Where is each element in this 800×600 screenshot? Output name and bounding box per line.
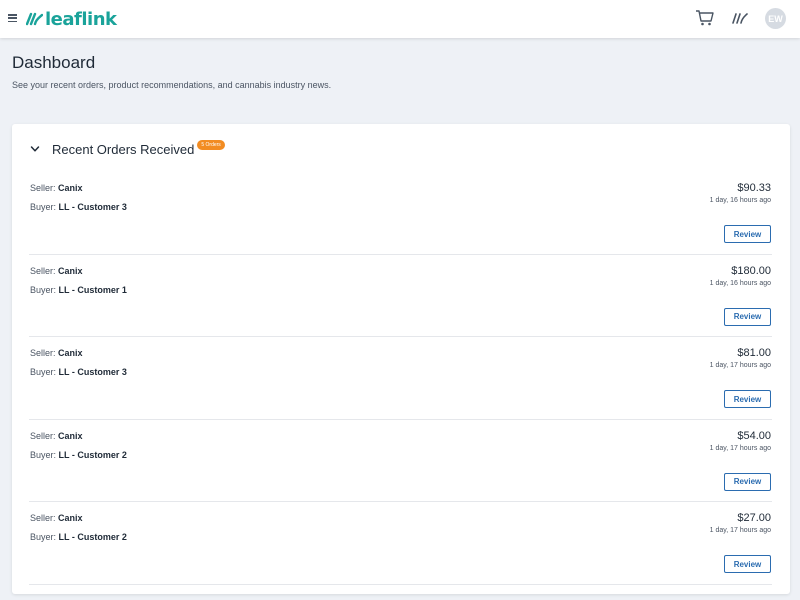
seller-name: Canix (58, 348, 83, 358)
orders-count-badge: 5 Orders (197, 139, 225, 150)
seller-name: Canix (58, 183, 83, 193)
order-row: Seller: Canix Buyer: LL - Customer 1 $18… (29, 255, 772, 337)
buyer-name: LL - Customer 1 (58, 284, 127, 295)
top-navigation-bar: leaflink EW (0, 0, 800, 38)
leaflink-marketplace-icon[interactable] (732, 11, 748, 25)
review-button[interactable]: Review (724, 307, 771, 326)
seller-line: Seller: Canix (30, 183, 83, 193)
section-title: Recent Orders Received (52, 141, 195, 157)
order-amount: $180.00 (731, 264, 771, 277)
page-title: Dashboard (12, 53, 96, 72)
hamburger-icon[interactable] (8, 14, 17, 22)
seller-line: Seller: Canix (30, 513, 83, 523)
buyer-line: Buyer: LL - Customer 1 (30, 284, 127, 295)
user-avatar[interactable]: EW (765, 8, 786, 29)
review-button[interactable]: Review (724, 555, 771, 573)
leaflink-logo-icon (26, 12, 43, 26)
order-amount: $90.33 (737, 182, 771, 194)
seller-line: Seller: Canix (30, 430, 83, 441)
review-button[interactable]: Review (724, 472, 771, 491)
order-time: 1 day, 17 hours ago (709, 444, 771, 452)
order-amount: $81.00 (737, 347, 771, 359)
buyer-name: LL - Customer 2 (58, 449, 127, 460)
order-time: 1 day, 17 hours ago (709, 527, 771, 534)
order-amount: $54.00 (737, 429, 771, 442)
page-subtitle: See your recent orders, product recommen… (12, 80, 332, 90)
order-time: 1 day, 16 hours ago (709, 197, 771, 204)
buyer-line: Buyer: LL - Customer 2 (30, 532, 127, 542)
buyer-line: Buyer: LL - Customer 3 (30, 202, 127, 212)
seller-name: Canix (58, 265, 83, 276)
orders-list: Seller: Canix Buyer: LL - Customer 3 $90… (29, 172, 772, 585)
review-button[interactable]: Review (724, 225, 771, 243)
buyer-name: LL - Customer 3 (58, 367, 127, 377)
brand-logo[interactable]: leaflink (26, 8, 117, 30)
order-time: 1 day, 17 hours ago (709, 362, 771, 369)
brand-name: leaflink (45, 8, 117, 30)
order-row: Seller: Canix Buyer: LL - Customer 2 $27… (29, 502, 772, 585)
buyer-line: Buyer: LL - Customer 2 (30, 449, 127, 460)
cart-icon[interactable] (695, 9, 715, 27)
review-button[interactable]: Review (724, 390, 771, 408)
order-row: Seller: Canix Buyer: LL - Customer 3 $81… (29, 337, 772, 420)
order-amount: $27.00 (737, 512, 771, 524)
order-row: Seller: Canix Buyer: LL - Customer 3 $90… (29, 172, 772, 255)
chevron-down-icon (30, 146, 40, 152)
seller-line: Seller: Canix (30, 348, 83, 358)
order-row: Seller: Canix Buyer: LL - Customer 2 $54… (29, 420, 772, 502)
seller-name: Canix (58, 430, 83, 441)
order-time: 1 day, 16 hours ago (709, 279, 771, 287)
seller-line: Seller: Canix (30, 265, 83, 276)
avatar-initials: EW (768, 13, 783, 24)
recent-orders-card: Recent Orders Received 5 Orders Seller: … (12, 124, 790, 594)
buyer-name: LL - Customer 2 (58, 532, 127, 542)
recent-orders-toggle[interactable]: Recent Orders Received 5 Orders (30, 139, 225, 158)
buyer-line: Buyer: LL - Customer 3 (30, 367, 127, 377)
seller-name: Canix (58, 513, 83, 523)
buyer-name: LL - Customer 3 (58, 202, 127, 212)
